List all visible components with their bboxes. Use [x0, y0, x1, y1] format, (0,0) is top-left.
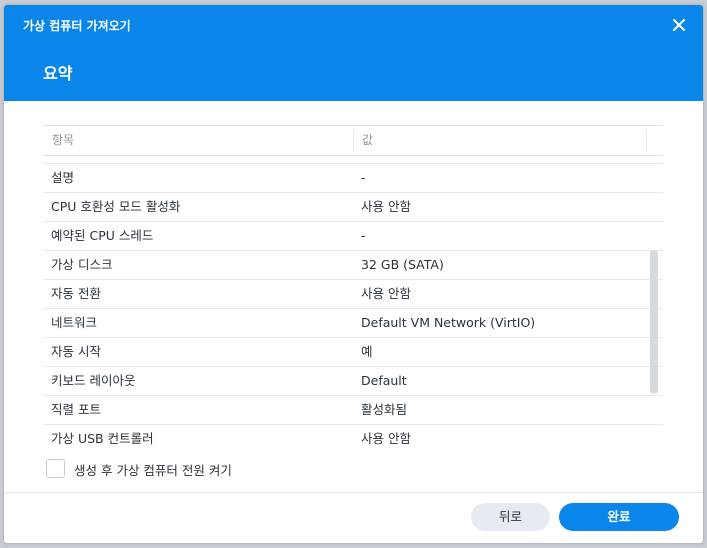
table-row[interactable]: 네트워크 Default VM Network (VirtIO) — [43, 308, 663, 337]
value-cell: Default VM Network (VirtIO) — [361, 315, 536, 330]
column-header-value[interactable]: 값 — [362, 126, 373, 155]
table-row[interactable]: 키보드 레이아웃 Default — [43, 366, 663, 395]
step-title: 요약 — [43, 64, 73, 83]
table-scrollbar[interactable] — [650, 250, 658, 394]
table-row[interactable]: 자동 시작 예 — [43, 337, 663, 366]
value-cell: Default — [361, 373, 407, 388]
item-cell: CPU 호환성 모드 활성화 — [51, 199, 181, 214]
table-body[interactable]: 설명 - CPU 호환성 모드 활성화 사용 안함 예약된 CPU 스레드 - … — [43, 163, 663, 453]
table-header: 항목 값 — [43, 125, 663, 156]
footer-divider — [4, 492, 703, 493]
column-header-item[interactable]: 항목 — [52, 126, 74, 155]
value-cell: 사용 안함 — [361, 199, 411, 214]
item-cell: 예약된 CPU 스레드 — [51, 228, 154, 243]
item-cell: 키보드 레이아웃 — [51, 373, 136, 388]
item-cell: 설명 — [51, 170, 75, 185]
table-row[interactable]: 자동 전환 사용 안함 — [43, 279, 663, 308]
power-on-checkbox[interactable] — [46, 459, 65, 478]
table-row[interactable]: 설명 - — [43, 163, 663, 192]
column-divider[interactable] — [353, 130, 354, 152]
dialog-title: 가상 컴퓨터 가져오기 — [23, 19, 131, 33]
value-cell: - — [361, 228, 366, 243]
finish-button[interactable]: 완료 — [559, 503, 679, 531]
item-cell: 가상 USB 컨트롤러 — [51, 431, 154, 446]
table-row[interactable]: 가상 USB 컨트롤러 사용 안함 — [43, 424, 663, 453]
import-vm-dialog: 가상 컴퓨터 가져오기 요약 항목 값 설명 - CPU 호환성 모드 활성화 … — [4, 5, 703, 543]
close-icon[interactable] — [669, 15, 689, 35]
item-cell: 직렬 포트 — [51, 402, 101, 417]
item-cell: 네트워크 — [51, 315, 98, 330]
item-cell: 가상 디스크 — [51, 257, 113, 272]
table-row[interactable]: 예약된 CPU 스레드 - — [43, 221, 663, 250]
value-cell: 예 — [361, 344, 373, 359]
value-cell: - — [361, 170, 366, 185]
value-cell: 32 GB (SATA) — [361, 257, 444, 272]
table-row[interactable]: CPU 호환성 모드 활성화 사용 안함 — [43, 192, 663, 221]
power-on-label[interactable]: 생성 후 가상 컴퓨터 전원 켜기 — [74, 460, 232, 479]
value-cell: 활성화됨 — [361, 402, 408, 417]
value-cell: 사용 안함 — [361, 286, 411, 301]
item-cell: 자동 전환 — [51, 286, 101, 301]
back-button[interactable]: 뒤로 — [471, 503, 550, 531]
dialog-header: 가상 컴퓨터 가져오기 요약 — [4, 5, 703, 101]
table-row[interactable]: 가상 디스크 32 GB (SATA) — [43, 250, 663, 279]
column-divider[interactable] — [646, 130, 647, 152]
value-cell: 사용 안함 — [361, 431, 411, 446]
item-cell: 자동 시작 — [51, 344, 101, 359]
table-row[interactable]: 직렬 포트 활성화됨 — [43, 395, 663, 424]
